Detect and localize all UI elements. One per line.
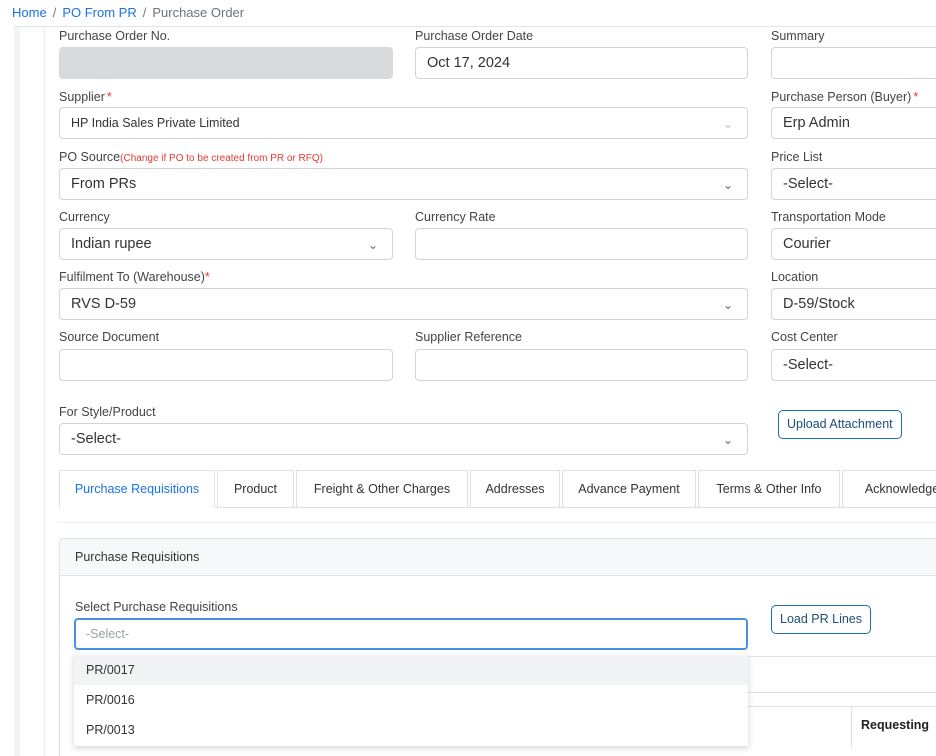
select-pr-input[interactable]: -Select- <box>74 618 748 650</box>
pr-card-title: Purchase Requisitions <box>60 539 936 576</box>
required-mark: * <box>913 90 919 104</box>
required-mark: * <box>106 90 112 104</box>
po-no-label: Purchase Order No. <box>59 29 171 43</box>
table-column-divider <box>851 706 852 748</box>
fulfilment-select[interactable]: RVS D-59 ⌄ <box>59 288 748 320</box>
tab-acknowledge[interactable]: Acknowledge <box>842 470 936 507</box>
section-divider <box>748 656 936 657</box>
tab-purchase-requisitions[interactable]: Purchase Requisitions <box>59 470 215 508</box>
page-divider <box>14 26 936 27</box>
section-divider <box>748 692 936 693</box>
summary-label: Summary <box>771 29 825 43</box>
source-document-label: Source Document <box>59 330 160 344</box>
location-value: D-59/Stock <box>783 296 855 312</box>
price-list-value: -Select- <box>783 176 833 192</box>
load-pr-lines-button[interactable]: Load PR Lines <box>771 605 872 634</box>
po-date-value: Oct 17, 2024 <box>427 55 511 71</box>
currency-rate-input[interactable] <box>415 228 748 260</box>
breadcrumb-separator: / <box>52 5 57 20</box>
supplier-label: Supplier * <box>59 90 112 104</box>
currency-select[interactable]: Indian rupee ⌄ <box>59 228 393 260</box>
currency-rate-label: Currency Rate <box>415 210 496 224</box>
buyer-select[interactable]: Erp Admin <box>771 107 936 139</box>
select-pr-label: Select Purchase Requisitions <box>75 600 238 614</box>
breadcrumb: Home / PO From PR / Purchase Order <box>0 0 936 26</box>
fulfilment-value: RVS D-59 <box>71 296 137 312</box>
summary-input[interactable] <box>771 47 936 79</box>
table-header-top <box>748 706 936 707</box>
table-header-requesting: Requesting <box>861 718 930 732</box>
cost-center-value: -Select- <box>783 357 833 373</box>
source-document-input[interactable] <box>59 349 393 381</box>
breadcrumb-current: Purchase Order <box>152 5 245 20</box>
tab-addresses[interactable]: Addresses <box>470 470 560 507</box>
po-source-value: From PRs <box>71 176 137 192</box>
chevron-down-icon: ⌄ <box>722 178 733 192</box>
supplier-reference-label: Supplier Reference <box>415 330 523 344</box>
fulfilment-label: Fulfilment To (Warehouse)* <box>59 270 210 284</box>
style-product-label: For Style/Product <box>59 405 156 419</box>
tab-terms-other-info[interactable]: Terms & Other Info <box>698 470 840 507</box>
cost-center-label: Cost Center <box>771 330 838 344</box>
breadcrumb-po-from-pr-link[interactable]: PO From PR <box>62 5 136 20</box>
po-date-label: Purchase Order Date <box>415 29 534 43</box>
transport-mode-value: Courier <box>783 236 831 252</box>
pr-option[interactable]: PR/0013 <box>74 715 748 745</box>
chevron-down-icon: ⌄ <box>722 433 733 447</box>
required-mark: * <box>204 270 210 284</box>
content-divider <box>44 27 45 756</box>
po-source-select[interactable]: From PRs ⌄ <box>59 168 748 200</box>
tab-product[interactable]: Product <box>217 470 294 507</box>
price-list-label: Price List <box>771 150 823 164</box>
upload-attachment-button[interactable]: Upload Attachment <box>778 410 902 439</box>
supplier-select[interactable]: HP India Sales Private Limited ⌄ <box>59 107 748 139</box>
select-pr-placeholder: -Select- <box>86 627 130 641</box>
breadcrumb-home-link[interactable]: Home <box>12 5 47 20</box>
buyer-value: Erp Admin <box>783 115 850 131</box>
tab-content-divider <box>59 522 936 523</box>
sidebar-edge <box>14 27 20 756</box>
pr-option[interactable]: PR/0017 <box>74 655 748 685</box>
tab-freight-other-charges[interactable]: Freight & Other Charges <box>296 470 468 507</box>
chevron-down-icon: ⌄ <box>722 117 733 131</box>
po-source-hint: (Change if PO to be created from PR or R… <box>120 153 323 164</box>
supplier-value: HP India Sales Private Limited <box>71 116 240 130</box>
location-select[interactable]: D-59/Stock <box>771 288 936 320</box>
po-source-label-text: PO Source <box>59 150 121 164</box>
style-product-select[interactable]: -Select- ⌄ <box>59 423 748 455</box>
po-date-input[interactable]: Oct 17, 2024 <box>415 47 748 79</box>
chevron-down-icon: ⌄ <box>722 298 733 312</box>
po-source-label: PO Source(Change if PO to be created fro… <box>59 150 323 164</box>
transport-mode-select[interactable]: Courier <box>771 228 936 260</box>
po-no-input <box>59 47 393 79</box>
chevron-down-icon: ⌄ <box>367 238 378 252</box>
supplier-label-text: Supplier <box>59 90 105 104</box>
pr-dropdown-list: PR/0017 PR/0016 PR/0013 <box>74 654 748 746</box>
breadcrumb-separator: / <box>142 5 147 20</box>
transport-mode-label: Transportation Mode <box>771 210 886 224</box>
currency-value: Indian rupee <box>71 236 152 252</box>
cost-center-select[interactable]: -Select- <box>771 349 936 381</box>
currency-label: Currency <box>59 210 110 224</box>
tab-bar: Purchase Requisitions Product Freight & … <box>59 470 936 508</box>
tab-advance-payment[interactable]: Advance Payment <box>562 470 696 507</box>
style-product-value: -Select- <box>71 431 121 447</box>
buyer-label: Purchase Person (Buyer) * <box>771 90 918 104</box>
supplier-reference-input[interactable] <box>415 349 748 381</box>
fulfilment-label-text: Fulfilment To (Warehouse) <box>59 270 205 284</box>
buyer-label-text: Purchase Person (Buyer) <box>771 90 912 104</box>
pr-option[interactable]: PR/0016 <box>74 685 748 715</box>
price-list-select[interactable]: -Select- <box>771 168 936 200</box>
location-label: Location <box>771 270 819 284</box>
